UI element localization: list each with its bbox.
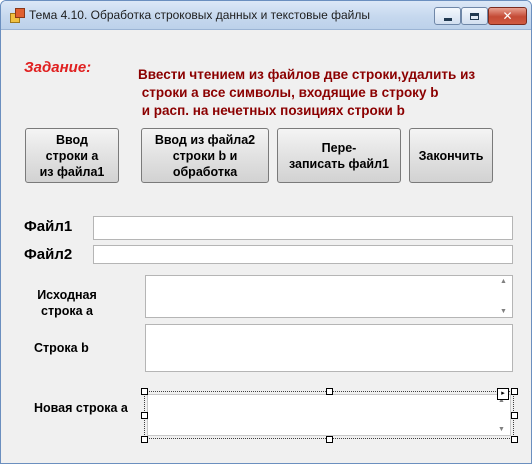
task-label: Задание: <box>24 59 92 76</box>
source-a-label: Исходная строка а <box>37 288 97 318</box>
scroll-down-icon[interactable]: ▼ <box>500 307 507 316</box>
load-file1-button-label: Ввод строки а из файла1 <box>39 132 105 179</box>
rewrite-file1-button-label: Пере- записать файл1 <box>288 140 390 171</box>
title-bar[interactable]: Тема 4.10. Обработка строковых данных и … <box>1 1 531 30</box>
minimize-icon <box>443 17 452 21</box>
main-window: Тема 4.10. Обработка строковых данных и … <box>0 0 532 464</box>
smart-tag-icon[interactable]: ▸ <box>497 388 509 400</box>
window-title: Тема 4.10. Обработка строковых данных и … <box>29 8 370 22</box>
finish-button-label: Закончить <box>418 148 484 163</box>
minimize-button[interactable] <box>434 7 461 25</box>
resize-handle[interactable] <box>141 388 148 395</box>
maximize-button[interactable] <box>461 7 488 25</box>
file2-label: Файл2 <box>24 246 73 263</box>
close-icon: ✕ <box>502 9 513 23</box>
resize-handle[interactable] <box>511 412 518 419</box>
source-a-scrollbar[interactable]: ▲ ▼ <box>496 277 511 316</box>
close-button[interactable]: ✕ <box>488 7 527 25</box>
resize-handle[interactable] <box>511 436 518 443</box>
task-line: и расп. на нечетных позициях строки b <box>138 103 405 118</box>
new-a-label: Новая строка а <box>34 401 128 415</box>
selection-outline <box>144 391 514 439</box>
file1-label: Файл1 <box>24 218 73 235</box>
task-line: строки a все символы, входящие в строку … <box>138 85 439 100</box>
resize-handle[interactable] <box>511 388 518 395</box>
app-icon <box>10 8 25 23</box>
maximize-icon <box>470 12 479 20</box>
rewrite-file1-button[interactable]: Пере- записать файл1 <box>277 128 401 183</box>
resize-handle[interactable] <box>141 412 148 419</box>
string-b-textbox[interactable] <box>145 324 513 372</box>
resize-handle[interactable] <box>326 388 333 395</box>
load-file2-button-label: Ввод из файла2 строки b и обработка <box>154 132 256 179</box>
task-line: Ввести чтением из файлов две строки,удал… <box>138 67 476 82</box>
load-file1-button[interactable]: Ввод строки а из файла1 <box>25 128 119 183</box>
resize-handle[interactable] <box>326 436 333 443</box>
string-b-label: Строка b <box>34 341 89 355</box>
file2-input[interactable] <box>93 245 513 264</box>
scroll-up-icon[interactable]: ▲ <box>500 277 507 286</box>
load-file2-button[interactable]: Ввод из файла2 строки b и обработка <box>141 128 269 183</box>
finish-button[interactable]: Закончить <box>409 128 493 183</box>
task-text: Ввести чтением из файлов две строки,удал… <box>138 66 528 120</box>
resize-handle[interactable] <box>141 436 148 443</box>
file1-input[interactable] <box>93 216 513 240</box>
source-a-textbox[interactable]: ▲ ▼ <box>145 275 513 318</box>
